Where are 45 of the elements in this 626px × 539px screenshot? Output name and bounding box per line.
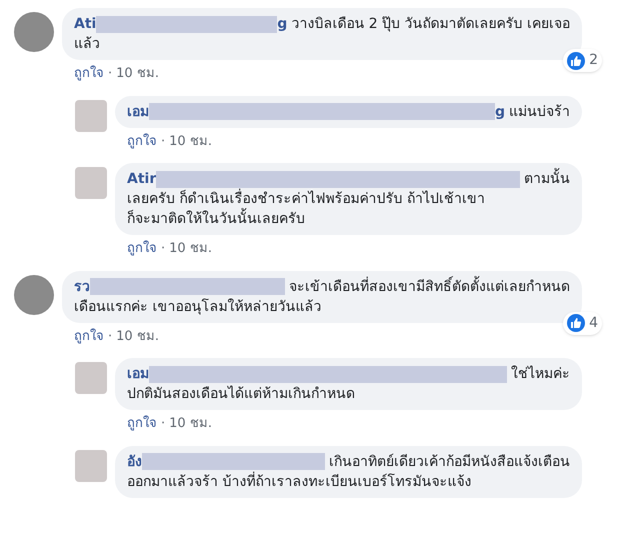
comment-text: ก็จะมาติดให้ในวันนั้นเลยครับ [127, 209, 305, 229]
author-name[interactable]: เอม [127, 102, 149, 122]
author-name[interactable]: รว [74, 276, 90, 296]
reaction-count: 4 [589, 314, 598, 332]
author-name[interactable]: Ati [74, 14, 96, 34]
like-link[interactable]: ถูกใจ [127, 132, 157, 151]
comment-text: เกินอาทิตย์เดียวเค้าก้อมีหนังสือแจ้งเตือน [329, 452, 570, 472]
comment-text: แล้ว [74, 35, 100, 54]
separator-dot: · [108, 328, 112, 346]
avatar[interactable] [75, 450, 107, 482]
reaction-badge[interactable]: 4 [563, 312, 602, 334]
like-reaction-icon [567, 52, 586, 70]
author-name[interactable]: Atir [127, 169, 156, 189]
comment-text: จะเข้าเดือนที่สองเขามีสิทธิ์ตัดตั้งแต่เลยกำหนด [289, 276, 570, 296]
comment-text: ตามนั้น [524, 169, 570, 189]
author-name[interactable]: เอม [127, 364, 149, 384]
avatar[interactable] [75, 100, 107, 132]
separator-dot: · [161, 415, 166, 433]
author-name-tail[interactable]: g [494, 102, 505, 122]
like-link[interactable]: ถูกใจ [127, 414, 157, 434]
comment-text: แม่นบ่จร้า [509, 102, 570, 122]
author-name-tail[interactable]: g [277, 14, 288, 34]
comment-text: ใช่ไหมค่ะ [511, 364, 570, 384]
separator-dot: · [161, 240, 166, 258]
avatar[interactable] [14, 12, 54, 52]
comment-text: ปกติมันสองเดือนได้แต่ห้ามเกินกำหนด [127, 384, 355, 404]
separator-dot: · [161, 132, 166, 150]
separator-dot: · [108, 65, 112, 83]
comment-text: เดือนแรกค่ะ เขาออนุโลมให้หล่ายวันแล้ว [74, 298, 322, 316]
timestamp[interactable]: 10 ชม. [169, 132, 212, 151]
author-name[interactable]: อัง [127, 452, 142, 472]
comment-text: วางบิลเดือน 2 ปุ๊บ วันถัดมาตัดเลยครับ เคยเจอ [291, 15, 570, 34]
reaction-count: 2 [589, 51, 598, 70]
comment-text: ออกมาแล้วจร้า บ้างที่ถ้าเราลงทะเบียนเบอร์โทรมันจะแจ้ง [127, 472, 472, 492]
like-link[interactable]: ถูกใจ [74, 64, 104, 84]
comment-text: เลยครับ ก็ดำเนินเรื่องชำระค่าไฟพร้อมค่าปรับ ถ้าไปเช้าเขา [127, 189, 485, 209]
like-reaction-icon [567, 314, 586, 332]
like-link[interactable]: ถูกใจ [74, 326, 104, 346]
like-link[interactable]: ถูกใจ [127, 239, 157, 258]
timestamp[interactable]: 10 ชม. [169, 414, 212, 434]
timestamp[interactable]: 10 ชม. [116, 64, 159, 84]
avatar[interactable] [14, 274, 54, 314]
timestamp[interactable]: 10 ชม. [116, 326, 159, 346]
timestamp[interactable]: 10 ชม. [169, 239, 212, 258]
reaction-badge[interactable]: 2 [563, 49, 602, 72]
